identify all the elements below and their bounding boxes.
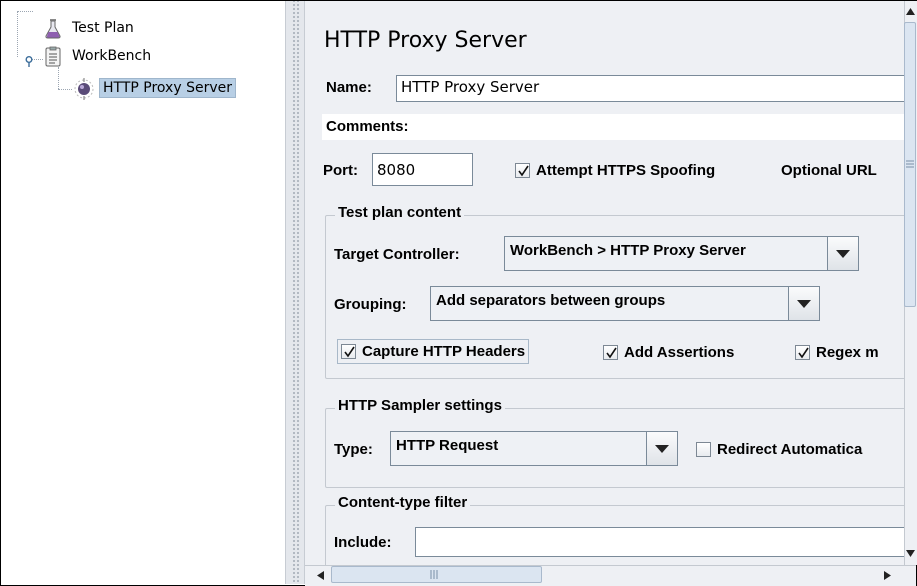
port-label: Port:	[323, 162, 358, 179]
regex-matching-checkbox[interactable]: Regex m	[795, 344, 879, 361]
tree-expand-handle[interactable]	[24, 56, 36, 68]
add-assertions-label: Add Assertions	[624, 344, 735, 361]
regex-matching-label: Regex m	[816, 344, 879, 361]
grouping-select[interactable]: Add separators between groups	[430, 286, 820, 321]
type-label: Type:	[334, 441, 373, 458]
grouping-label: Grouping:	[334, 296, 407, 313]
tree-node-label: Test Plan	[72, 20, 134, 36]
tree-node-http-proxy-server[interactable]: HTTP Proxy Server	[73, 77, 236, 100]
name-field[interactable]: HTTP Proxy Server	[396, 75, 904, 102]
sampler-type-value: HTTP Request	[396, 437, 499, 454]
checkbox-box	[696, 442, 711, 457]
group-title: HTTP Sampler settings	[335, 397, 505, 414]
tree-node-label: HTTP Proxy Server	[99, 78, 236, 98]
tree-line	[17, 11, 33, 12]
scroll-right-arrow-icon[interactable]	[878, 567, 896, 583]
capture-headers-checkbox[interactable]: Capture HTTP Headers	[337, 339, 530, 364]
redirect-automatically-checkbox[interactable]: Redirect Automatica	[696, 441, 862, 458]
vertical-scroll-thumb[interactable]	[904, 22, 916, 307]
capture-headers-label: Capture HTTP Headers	[362, 343, 526, 360]
proxy-globe-icon	[73, 78, 94, 100]
target-controller-value: WorkBench > HTTP Proxy Server	[510, 242, 746, 259]
tree-node-test-plan[interactable]: Test Plan	[43, 17, 137, 39]
checkbox-box	[795, 345, 810, 360]
name-label: Name:	[326, 79, 372, 96]
tree-node-workbench[interactable]: WorkBench	[43, 45, 154, 67]
tree-line	[17, 11, 18, 57]
include-field[interactable]	[415, 527, 904, 557]
include-label: Include:	[334, 534, 392, 551]
scroll-down-arrow-icon[interactable]	[905, 544, 916, 562]
add-assertions-checkbox[interactable]: Add Assertions	[603, 344, 734, 361]
sampler-type-select[interactable]: HTTP Request	[390, 431, 678, 466]
test-tree: Test Plan WorkBench HTTP Proxy Server	[1, 1, 284, 584]
chevron-down-icon[interactable]	[788, 287, 819, 320]
group-title: Content-type filter	[335, 494, 471, 511]
group-title: Test plan content	[335, 204, 465, 221]
https-spoofing-checkbox[interactable]: Attempt HTTPS Spoofing	[515, 162, 715, 179]
target-controller-select[interactable]: WorkBench > HTTP Proxy Server	[504, 236, 859, 271]
clipboard-icon	[43, 46, 63, 67]
tree-line	[58, 67, 59, 89]
chevron-down-icon[interactable]	[646, 432, 677, 465]
scroll-left-arrow-icon[interactable]	[311, 567, 329, 583]
page-title: HTTP Proxy Server	[324, 28, 527, 53]
checkbox-box	[515, 163, 530, 178]
target-controller-label: Target Controller:	[334, 246, 460, 263]
horizontal-scroll-thumb[interactable]	[331, 566, 542, 583]
scroll-up-arrow-icon[interactable]	[905, 2, 916, 20]
tree-line	[58, 89, 72, 90]
comments-row	[322, 114, 904, 140]
flask-icon	[43, 18, 63, 39]
https-spoofing-label: Attempt HTTPS Spoofing	[536, 162, 716, 179]
checkbox-box	[603, 345, 618, 360]
grouping-value: Add separators between groups	[436, 292, 666, 309]
comments-label: Comments:	[326, 118, 409, 135]
optional-url-label: Optional URL	[781, 162, 877, 179]
split-pane-divider[interactable]	[285, 1, 305, 584]
tree-node-label: WorkBench	[72, 48, 152, 64]
checkbox-box	[341, 344, 356, 359]
redirect-label: Redirect Automatica	[717, 441, 863, 458]
proxy-config-panel: HTTP Proxy Server Name: HTTP Proxy Serve…	[305, 1, 904, 565]
port-field[interactable]: 8080	[372, 153, 473, 186]
chevron-down-icon[interactable]	[827, 237, 858, 270]
